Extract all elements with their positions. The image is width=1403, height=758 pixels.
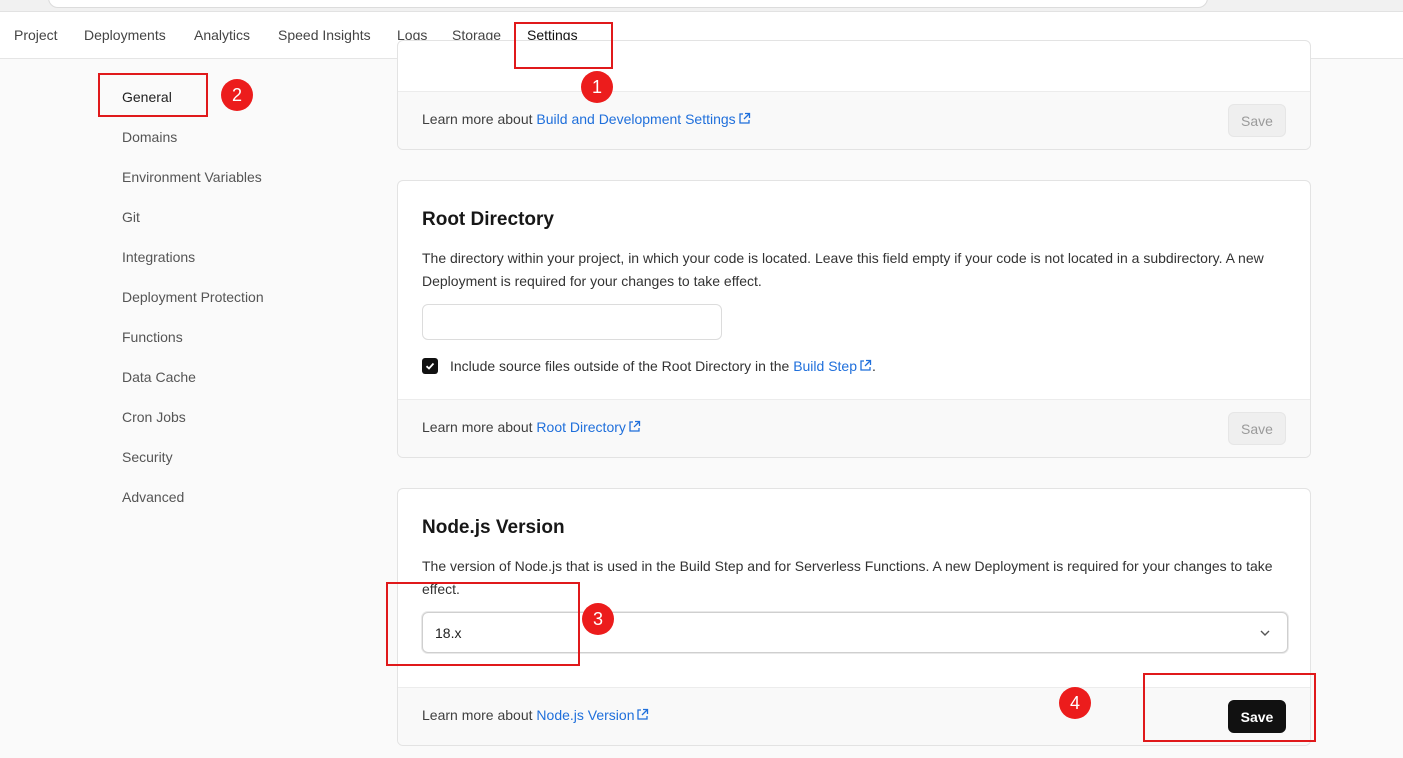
root-directory-save-button[interactable]: Save bbox=[1228, 412, 1286, 445]
nodejs-version-title: Node.js Version bbox=[422, 517, 565, 538]
external-link-icon bbox=[637, 708, 649, 720]
tab-project[interactable]: Project bbox=[14, 27, 58, 43]
build-settings-footer: Learn more about Build and Development S… bbox=[398, 91, 1310, 149]
root-directory-description: The directory within your project, in wh… bbox=[422, 250, 1264, 289]
build-step-link[interactable]: Build Step bbox=[793, 358, 857, 374]
sidebar-item-cron-jobs[interactable]: Cron Jobs bbox=[122, 409, 186, 425]
sidebar-item-security[interactable]: Security bbox=[122, 449, 173, 465]
checkmark-icon bbox=[425, 362, 435, 370]
include-source-files-label: Include source files outside of the Root… bbox=[450, 358, 876, 374]
annotation-marker-2: 2 bbox=[221, 79, 253, 111]
annotation-box-version-select bbox=[386, 582, 580, 666]
build-settings-learn-more: Learn more about Build and Development S… bbox=[422, 111, 751, 127]
root-directory-link[interactable]: Root Directory bbox=[536, 419, 625, 435]
annotation-marker-3: 3 bbox=[582, 603, 614, 635]
sidebar-item-data-cache[interactable]: Data Cache bbox=[122, 369, 196, 385]
build-settings-save-button[interactable]: Save bbox=[1228, 104, 1286, 137]
browser-toolbar bbox=[0, 0, 1403, 12]
root-directory-title: Root Directory bbox=[422, 209, 554, 230]
root-directory-learn-more: Learn more about Root Directory bbox=[422, 419, 641, 435]
annotation-box-save-button bbox=[1143, 673, 1316, 742]
root-directory-input[interactable] bbox=[422, 304, 722, 340]
annotation-marker-1: 1 bbox=[581, 71, 613, 103]
sidebar-item-functions[interactable]: Functions bbox=[122, 329, 183, 345]
annotation-marker-4: 4 bbox=[1059, 687, 1091, 719]
sidebar-item-domains[interactable]: Domains bbox=[122, 129, 177, 145]
annotation-box-general bbox=[98, 73, 208, 117]
chevron-down-icon bbox=[1260, 630, 1270, 636]
include-source-files-checkbox[interactable] bbox=[422, 358, 438, 374]
external-link-icon bbox=[860, 359, 872, 371]
annotation-box-settings-tab bbox=[514, 22, 613, 69]
root-directory-card: Root Directory The directory within your… bbox=[397, 180, 1311, 458]
sidebar-item-integrations[interactable]: Integrations bbox=[122, 249, 195, 265]
sidebar-item-environment-variables[interactable]: Environment Variables bbox=[122, 169, 262, 185]
sidebar-item-git[interactable]: Git bbox=[122, 209, 140, 225]
sidebar-item-advanced[interactable]: Advanced bbox=[122, 489, 184, 505]
external-link-icon bbox=[739, 112, 750, 124]
tab-analytics[interactable]: Analytics bbox=[194, 27, 250, 43]
nodejs-version-link[interactable]: Node.js Version bbox=[536, 707, 634, 723]
nodejs-version-learn-more: Learn more about Node.js Version bbox=[422, 707, 649, 723]
root-directory-footer: Learn more about Root Directory Save bbox=[398, 399, 1310, 457]
tab-deployments[interactable]: Deployments bbox=[84, 27, 166, 43]
build-settings-link[interactable]: Build and Development Settings bbox=[536, 111, 735, 127]
tab-speed-insights[interactable]: Speed Insights bbox=[278, 27, 371, 43]
sidebar-item-deployment-protection[interactable]: Deployment Protection bbox=[122, 289, 264, 305]
address-bar[interactable] bbox=[48, 0, 1208, 8]
external-link-icon bbox=[629, 420, 641, 432]
